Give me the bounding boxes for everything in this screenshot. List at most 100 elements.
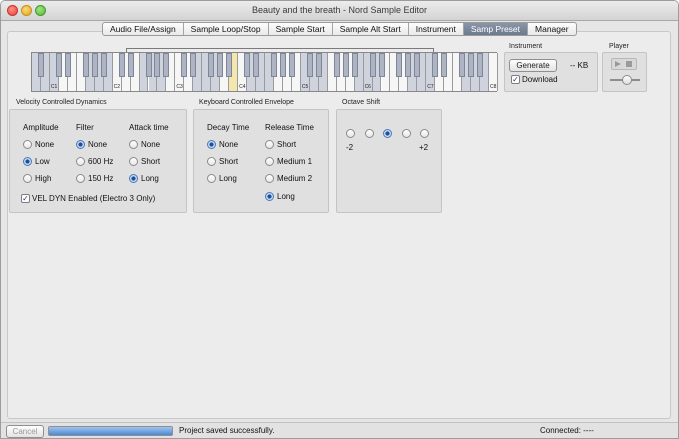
keyboard-black-key[interactable] [378,53,385,77]
keyboard-black-key[interactable] [181,53,188,77]
filter-600hz-radio[interactable] [76,157,85,166]
keyboard-black-key[interactable] [477,53,484,77]
keyboard-black-key[interactable] [127,53,134,77]
amplitude-high-radio[interactable] [23,174,32,183]
decay-short-label: Short [219,157,239,166]
octave-label: C4 [239,84,246,90]
amplitude-high-label: High [35,174,52,183]
filter-600hz-label: 600 Hz [88,157,114,166]
keyboard-black-key[interactable] [91,53,98,77]
keyboard-black-key[interactable] [306,53,313,77]
keyboard-black-key[interactable] [118,53,125,77]
octave-zero-radio[interactable] [383,129,392,138]
status-message: Project saved successfully. [179,426,275,435]
octave-plus2-radio[interactable] [420,129,429,138]
player-volume-slider[interactable] [622,75,632,85]
play-icon[interactable] [615,61,621,67]
keyboard-black-key[interactable] [288,53,295,77]
tab-sample-alt-start[interactable]: Sample Alt Start [333,23,409,35]
keyboard-map[interactable]: C1 C2 C3 C4 C5 C6 C7 C8 [31,52,498,92]
keyboard-black-key[interactable] [441,53,448,77]
instrument-size: -- KB [570,61,589,70]
keyboard-black-key[interactable] [369,53,376,77]
tab-audio-file-assign[interactable]: Audio File/Assign [103,23,184,35]
attack-long-radio[interactable] [129,174,138,183]
decay-long-radio[interactable] [207,174,216,183]
velocity-group-title: Velocity Controlled Dynamics [16,99,107,106]
amplitude-low-label: Low [35,157,50,166]
vel-dyn-checkbox[interactable]: ✓ [21,194,30,203]
keyboard-black-key[interactable] [351,53,358,77]
progress-bar [48,426,173,436]
keyboard-white-key[interactable]: C8 [489,53,498,91]
keyboard-black-key[interactable] [414,53,421,77]
decay-short-radio[interactable] [207,157,216,166]
tab-samp-preset[interactable]: Samp Preset [463,23,529,35]
keyboard-black-key[interactable] [244,53,251,77]
keyboard-black-key[interactable] [226,53,233,77]
generate-button[interactable]: Generate [509,59,557,72]
keyboard-black-key[interactable] [208,53,215,77]
filter-none-label: None [88,140,108,149]
stop-icon[interactable] [626,61,632,67]
download-label: Download [522,75,558,84]
keyboard-black-key[interactable] [163,53,170,77]
keyboard-black-key[interactable] [217,53,224,77]
keyboard-black-key[interactable] [279,53,286,77]
app-window: Beauty and the breath - Nord Sample Edit… [0,0,679,439]
release-medium2-radio[interactable] [265,174,274,183]
keyboard-black-key[interactable] [396,53,403,77]
keyboard-black-key[interactable] [190,53,197,77]
release-medium1-radio[interactable] [265,157,274,166]
keyboard-black-key[interactable] [82,53,89,77]
octave-label: C8 [490,84,497,90]
keyboard-black-key[interactable] [468,53,475,77]
instrument-panel [504,52,598,92]
filter-none-radio[interactable] [76,140,85,149]
keyboard-black-key[interactable] [64,53,71,77]
amplitude-none-radio[interactable] [23,140,32,149]
connection-status: Connected: ---- [540,426,594,435]
octave-label: C7 [427,84,434,90]
vel-dyn-label: VEL DYN Enabled (Electro 3 Only) [32,194,156,203]
release-short-radio[interactable] [265,140,274,149]
instrument-group-title: Instrument [509,43,543,50]
progress-fill [49,427,172,435]
keyboard-black-key[interactable] [154,53,161,77]
octave-minus2-radio[interactable] [346,129,355,138]
filter-150hz-radio[interactable] [76,174,85,183]
attack-short-label: Short [141,157,161,166]
octave-minus1-radio[interactable] [365,129,374,138]
keyboard-black-key[interactable] [100,53,107,77]
keyboard-black-key[interactable] [405,53,412,77]
keyboard-black-key[interactable] [145,53,152,77]
keyboard-black-key[interactable] [432,53,439,77]
tab-sample-start[interactable]: Sample Start [269,23,333,35]
attack-long-label: Long [141,174,159,183]
download-checkbox[interactable]: ✓ [511,75,520,84]
keyboard-black-key[interactable] [37,53,44,77]
attack-none-radio[interactable] [129,140,138,149]
release-medium1-label: Medium 1 [277,157,313,166]
attack-short-radio[interactable] [129,157,138,166]
release-long-radio[interactable] [265,192,274,201]
tab-instrument[interactable]: Instrument [409,23,464,35]
octave-label: C2 [113,84,121,90]
keyboard-black-key[interactable] [253,53,260,77]
keyboard-black-key[interactable] [55,53,62,77]
decay-none-radio[interactable] [207,140,216,149]
keyboard-black-key[interactable] [342,53,349,77]
octave-plus1-radio[interactable] [402,129,411,138]
keyboard-black-key[interactable] [459,53,466,77]
keyboard-black-key[interactable] [315,53,322,77]
keyboard-black-key[interactable] [270,53,277,77]
octave-max-label: +2 [419,143,429,152]
cancel-button[interactable]: Cancel [6,425,44,438]
attack-heading: Attack time [129,123,169,132]
keyboard-black-key[interactable] [333,53,340,77]
tab-manager[interactable]: Manager [528,23,576,35]
release-long-label: Long [277,192,295,201]
tab-sample-loop-stop[interactable]: Sample Loop/Stop [184,23,269,35]
amplitude-low-radio[interactable] [23,157,32,166]
decay-heading: Decay Time [207,123,250,132]
